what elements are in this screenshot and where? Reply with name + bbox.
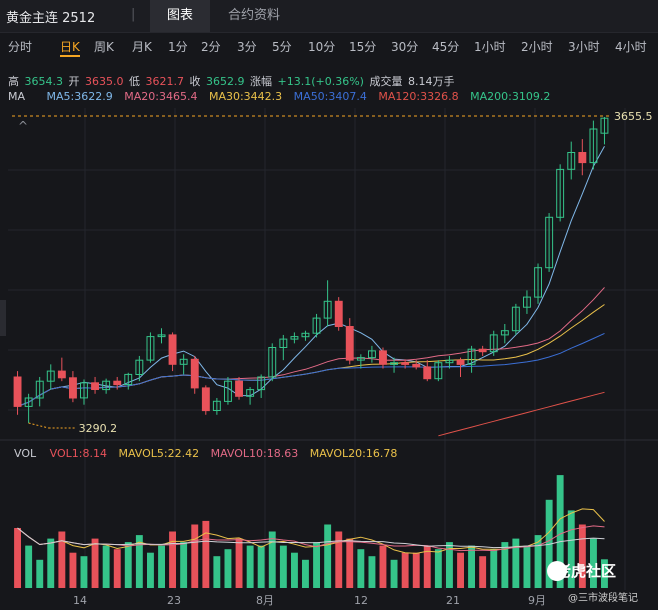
x-tick-label: 8月 xyxy=(256,594,274,607)
volume-bar xyxy=(468,545,475,588)
volume-bar xyxy=(268,531,276,588)
watermark-brand: 老虎社区 xyxy=(556,562,617,580)
volume-bar xyxy=(69,552,77,588)
volume-bar xyxy=(91,538,99,588)
volume-bar xyxy=(457,552,464,588)
volume-bar xyxy=(25,545,33,588)
candle-body xyxy=(456,359,465,365)
volume-bars xyxy=(14,475,608,588)
volume-bar xyxy=(14,528,21,588)
ma20-line xyxy=(17,287,605,407)
last-price-label: 3655.5 xyxy=(614,110,653,123)
candle-body xyxy=(69,377,77,399)
x-axis: 14 23 8月 12 21 9月 xyxy=(73,594,546,607)
volume-bar xyxy=(235,538,243,588)
x-tick-label: 21 xyxy=(446,594,460,607)
volume-bar xyxy=(357,549,365,588)
vol-label[interactable]: VOL xyxy=(14,447,36,460)
scroll-up-caret: ^ xyxy=(18,119,28,133)
volume-bar xyxy=(246,545,254,588)
candle-body xyxy=(379,350,387,365)
low-marker-label: 3290.2 xyxy=(79,422,118,435)
volume-bar xyxy=(257,545,265,588)
volume-bar xyxy=(379,545,387,588)
volume-bar xyxy=(80,556,88,588)
vol-legend: VOL VOL1:8.14 MAVOL5:22.42 MAVOL10:18.63… xyxy=(14,447,397,460)
vol1-value: VOL1:8.14 xyxy=(49,447,107,460)
candle-body xyxy=(401,362,410,365)
candle-body xyxy=(190,358,199,389)
volume-bar xyxy=(113,549,121,588)
kline-chart[interactable]: 3655.5 ^ 3290.2 14 23 8月 12 21 9月 xyxy=(0,0,658,610)
volume-bar xyxy=(279,545,287,588)
candle-body xyxy=(412,363,421,368)
volume-bar xyxy=(479,556,487,588)
candle-body xyxy=(113,380,122,386)
watermark-author: @三市波段笔记 xyxy=(568,593,638,604)
ma120-line xyxy=(438,391,605,437)
volume-bar xyxy=(191,524,199,588)
candle-body xyxy=(168,334,177,365)
volume-bar xyxy=(302,559,309,588)
mavol5-value: MAVOL5:22.42 xyxy=(118,447,200,460)
volume-bar xyxy=(523,545,531,588)
volume-bar xyxy=(434,549,442,588)
candle-body xyxy=(423,366,432,380)
candle-body xyxy=(578,152,587,164)
candle-body xyxy=(478,348,487,353)
mavol20-value: MAVOL20:16.78 xyxy=(309,447,398,460)
volume-bar xyxy=(390,559,398,588)
volume-bar xyxy=(324,524,332,588)
mavol10-value: MAVOL10:18.63 xyxy=(210,447,299,460)
volume-bar xyxy=(102,545,110,588)
ma50-line xyxy=(17,332,605,407)
side-collapse-handle[interactable] xyxy=(0,300,6,336)
volume-bar xyxy=(169,531,176,588)
ma30-line xyxy=(17,304,605,407)
x-tick-label: 23 xyxy=(167,594,181,607)
volume-bar xyxy=(401,552,409,588)
x-tick-label: 9月 xyxy=(528,594,546,607)
volume-bar xyxy=(313,542,320,588)
volume-bar xyxy=(213,556,221,588)
candle-body xyxy=(13,376,22,407)
candle-body xyxy=(235,380,244,397)
volume-bar xyxy=(335,531,343,588)
candle-body xyxy=(57,370,66,379)
ma-lines xyxy=(17,146,605,437)
volume-bar xyxy=(224,549,232,588)
volume-bar xyxy=(490,549,498,588)
candle-body xyxy=(334,300,343,327)
volume-bar xyxy=(346,538,354,588)
candles xyxy=(13,116,609,424)
x-tick-label: 12 xyxy=(354,594,368,607)
volume-bar xyxy=(47,538,55,588)
candle-body xyxy=(345,326,354,361)
x-tick-label: 14 xyxy=(73,594,87,607)
volume-bar xyxy=(291,552,298,588)
volume-bar xyxy=(158,545,165,588)
volume-bar xyxy=(180,542,188,588)
candle-body xyxy=(91,382,99,390)
low-marker-line xyxy=(28,422,49,429)
ma120-anchor xyxy=(18,389,605,404)
volume-bar xyxy=(147,552,154,588)
volume-bar xyxy=(202,520,210,588)
volume-bar xyxy=(36,559,44,588)
volume-bar xyxy=(58,531,66,588)
volume-bar xyxy=(412,552,420,588)
volume-bar xyxy=(368,556,376,588)
candle-body xyxy=(201,387,210,412)
volume-bar xyxy=(124,542,132,588)
